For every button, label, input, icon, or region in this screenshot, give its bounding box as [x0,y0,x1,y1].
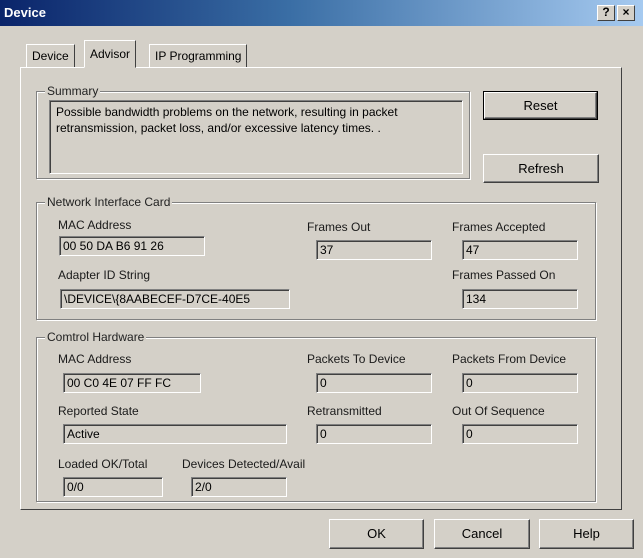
devices-detected-field: 2/0 [191,477,287,497]
frames-passed-label: Frames Passed On [452,268,556,282]
cancel-button[interactable]: Cancel [434,519,530,549]
tab-device[interactable]: Device [26,44,75,68]
reset-button[interactable]: Reset [483,91,598,120]
frames-accepted-field: 47 [462,240,578,260]
help-button[interactable]: Help [539,519,634,549]
ok-button[interactable]: OK [329,519,424,549]
device-dialog: Device ? × Device Advisor IP Programming… [0,0,643,558]
reported-state-label: Reported State [58,404,139,418]
tab-ip-programming[interactable]: IP Programming [149,44,248,68]
hw-mac-label: MAC Address [58,352,132,366]
tab-panel-advisor: Summary Possible bandwidth problems on t… [20,67,622,510]
hw-mac-field: 00 C0 4E 07 FF FC [63,373,201,393]
tab-advisor[interactable]: Advisor [84,40,137,68]
summary-text: Possible bandwidth problems on the netwo… [49,100,463,174]
refresh-button[interactable]: Refresh [483,154,599,183]
frames-out-field: 37 [316,240,432,260]
nic-mac-label: MAC Address [58,218,132,232]
frames-out-label: Frames Out [307,220,371,234]
frames-passed-field: 134 [462,289,578,309]
packets-to-field: 0 [316,373,432,393]
hardware-legend: Comtrol Hardware [45,330,147,344]
adapter-id-field: \DEVICE\{8AABECEF-D7CE-40E5 [60,289,290,309]
packets-from-label: Packets From Device [452,352,567,366]
out-of-sequence-field: 0 [462,424,578,444]
out-of-sequence-label: Out Of Sequence [452,404,545,418]
adapter-id-label: Adapter ID String [58,268,151,282]
window-title: Device [4,5,46,20]
nic-mac-field: 00 50 DA B6 91 26 [59,236,205,256]
frames-accepted-label: Frames Accepted [452,220,546,234]
title-bar[interactable]: Device ? × [0,0,643,26]
close-button[interactable]: × [617,5,635,21]
nic-legend: Network Interface Card [45,195,173,209]
devices-detected-label: Devices Detected/Avail [182,457,306,471]
retransmitted-label: Retransmitted [307,404,382,418]
packets-to-label: Packets To Device [307,352,406,366]
reported-state-field: Active [63,424,287,444]
loaded-label: Loaded OK/Total [58,457,148,471]
summary-legend: Summary [45,84,101,98]
help-title-button[interactable]: ? [597,5,615,21]
retransmitted-field: 0 [316,424,432,444]
loaded-field: 0/0 [63,477,163,497]
packets-from-field: 0 [462,373,578,393]
